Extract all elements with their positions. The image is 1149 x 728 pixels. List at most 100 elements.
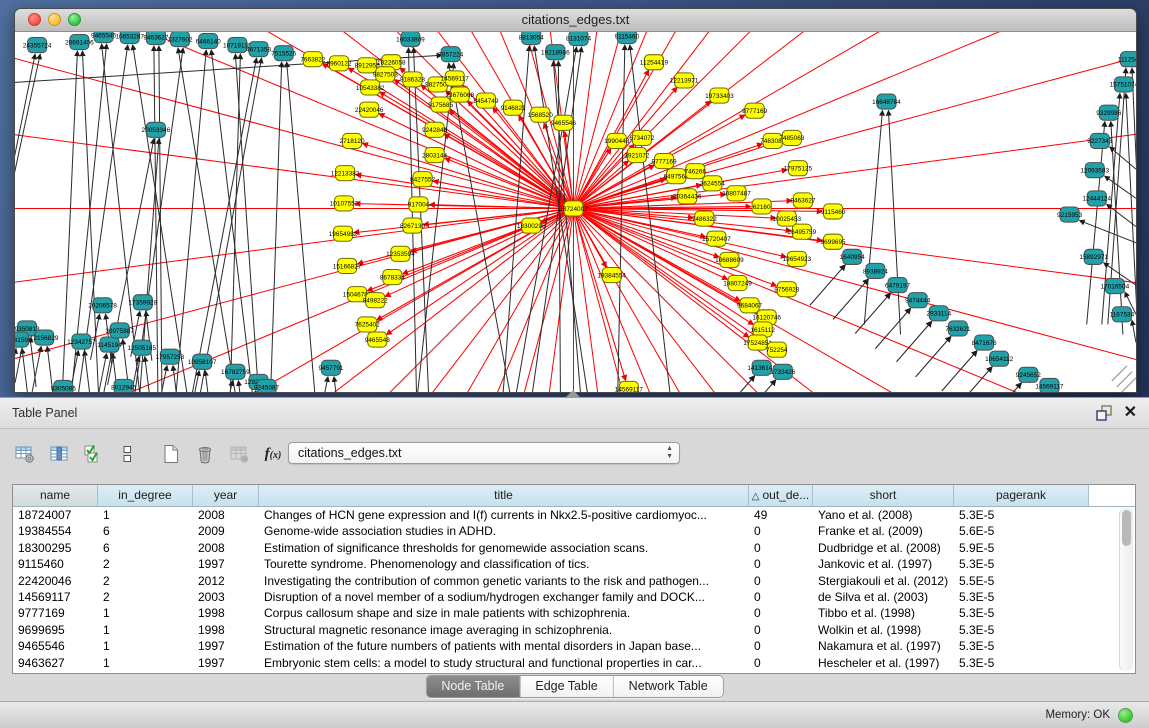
graph-node[interactable]: 9463627	[143, 32, 168, 45]
graph-node[interactable]: 7625402	[355, 317, 380, 332]
table-cell[interactable]: 5.3E-5	[954, 655, 1089, 671]
graph-node[interactable]: 9329986	[1096, 105, 1121, 120]
table-cell[interactable]: 6	[98, 540, 193, 556]
table-cell[interactable]: Nakamura et al. (1997)	[813, 638, 954, 654]
graph-node[interactable]: 16033809	[396, 32, 425, 47]
graph-node[interactable]: 16648784	[872, 94, 901, 109]
graph-node[interactable]: 9245087	[254, 379, 279, 392]
function-builder-icon[interactable]: f(x)	[258, 439, 288, 469]
scrollbar-thumb[interactable]	[1122, 510, 1131, 546]
graph-node[interactable]: 9115460	[615, 32, 640, 44]
table-cell[interactable]: 1997	[193, 556, 259, 572]
network-canvas[interactable]: 2435572420691406946554610653287946362713…	[15, 32, 1136, 392]
tab-node-table[interactable]: Node Table	[426, 676, 519, 697]
graph-node[interactable]: 9242848	[422, 122, 447, 137]
table-cell[interactable]: 1	[98, 638, 193, 654]
graph-node[interactable]: 24355724	[23, 38, 52, 53]
graph-node[interactable]: 12444124	[1082, 191, 1111, 206]
graph-node[interactable]: 1568520	[528, 107, 553, 122]
tab-edge-table[interactable]: Edge Table	[519, 676, 612, 697]
table-cell[interactable]: 18300295	[13, 540, 98, 556]
table-cell[interactable]: Tourette syndrome. Phenomenology and cla…	[259, 556, 749, 572]
table-cell[interactable]: 6	[98, 523, 193, 539]
graph-node[interactable]: 11254419	[640, 55, 669, 70]
graph-node[interactable]: 4671358	[246, 42, 271, 57]
table-cell[interactable]: 5.5E-5	[954, 573, 1089, 589]
table-cell[interactable]: Tibbo et al. (1998)	[813, 605, 954, 621]
graph-node[interactable]: 1921072	[624, 147, 649, 162]
graph-node[interactable]: 9465546	[551, 115, 576, 130]
table-cell[interactable]: 0	[749, 638, 813, 654]
graph-node[interactable]: 8131074	[566, 32, 591, 46]
table-cell[interactable]: 5.3E-5	[954, 622, 1089, 638]
graph-node[interactable]: 746266	[685, 164, 707, 179]
table-row[interactable]: 911546021997Tourette syndrome. Phenomeno…	[13, 556, 1135, 572]
table-cell[interactable]: 2003	[193, 589, 259, 605]
table-cell[interactable]: 1997	[193, 655, 259, 671]
table-cell[interactable]: 2008	[193, 540, 259, 556]
table-cell[interactable]: 5.3E-5	[954, 638, 1089, 654]
table-cell[interactable]: 2	[98, 589, 193, 605]
graph-node[interactable]: 7515526	[271, 46, 296, 61]
table-cell[interactable]: de Silva et al. (2003)	[813, 589, 954, 605]
column-header-pagerank[interactable]: pagerank	[954, 485, 1089, 506]
graph-node[interactable]: 17359928	[128, 295, 157, 310]
graph-node[interactable]: 9777169	[742, 103, 767, 118]
table-cell[interactable]: Structural magnetic resonance image aver…	[259, 622, 749, 638]
table-cell[interactable]: 2	[98, 556, 193, 572]
table-cell[interactable]: Estimation of the future numbers of pati…	[259, 638, 749, 654]
graph-node[interactable]: 752254	[766, 342, 788, 357]
table-cell[interactable]: Changes of HCN gene expression and I(f) …	[259, 507, 749, 523]
graph-node[interactable]: 20206578	[88, 298, 117, 313]
table-cell[interactable]: 0	[749, 523, 813, 539]
graph-node[interactable]: 12093583	[1080, 163, 1109, 178]
table-cell[interactable]: 1997	[193, 638, 259, 654]
table-cell[interactable]: Estimation of significance thresholds fo…	[259, 540, 749, 556]
table-cell[interactable]: 9699695	[13, 622, 98, 638]
table-cell[interactable]: 0	[749, 556, 813, 572]
table-cell[interactable]: 0	[749, 540, 813, 556]
graph-node[interactable]: 9457791	[318, 360, 343, 375]
table-cell[interactable]: 14569117	[13, 589, 98, 605]
table-cell[interactable]: Stergiakouli et al. (2012)	[813, 573, 954, 589]
network-view-window[interactable]: citations_edges.txt 24355724206914069465…	[14, 8, 1137, 393]
graph-node[interactable]: 9215953	[1057, 207, 1082, 222]
graph-node[interactable]: 8471676	[972, 335, 997, 350]
table-cell[interactable]: Wolkin et al. (1998)	[813, 622, 954, 638]
table-row[interactable]: 1872400712008Changes of HCN gene express…	[13, 507, 1135, 523]
table-cell[interactable]: 18724007	[13, 507, 98, 523]
graph-node[interactable]: 10653287	[115, 32, 144, 44]
graph-node[interactable]: 9756928	[774, 282, 799, 297]
table-cell[interactable]: 0	[749, 622, 813, 638]
graph-node[interactable]: 19733403	[705, 88, 734, 103]
graph-node[interactable]: 9245652	[1016, 367, 1041, 382]
graph-node[interactable]: 33159	[15, 332, 29, 347]
table-cell[interactable]: 2012	[193, 573, 259, 589]
graph-node[interactable]: 1990448	[604, 133, 629, 148]
column-header-year[interactable]: year	[193, 485, 259, 506]
resize-grip-icon[interactable]	[1112, 366, 1136, 392]
table-cell[interactable]: 1998	[193, 622, 259, 638]
graph-node[interactable]: 9305086	[51, 380, 76, 392]
table-cell[interactable]: 1	[98, 655, 193, 671]
table-cell[interactable]: 5.3E-5	[954, 556, 1089, 572]
graph-node[interactable]: 16782759	[221, 364, 250, 379]
table-select-dropdown[interactable]: citations_edges.txt ▲▼	[288, 442, 680, 464]
table-row[interactable]: 969969511998Structural magnetic resonanc…	[13, 622, 1135, 638]
table-cell[interactable]: Investigating the contribution of common…	[259, 573, 749, 589]
table-cell[interactable]: 2	[98, 573, 193, 589]
graph-node[interactable]: 9699695	[821, 234, 846, 249]
graph-node[interactable]: 6479197	[885, 278, 910, 293]
table-cell[interactable]: 19384554	[13, 523, 98, 539]
graph-node[interactable]: 20364436	[673, 189, 702, 204]
attribute-table[interactable]: namein_degreeyeartitle△out_de...shortpag…	[12, 484, 1136, 674]
graph-node[interactable]: 9146821	[501, 100, 526, 115]
graph-node[interactable]: 20053346	[142, 122, 171, 137]
graph-node[interactable]: 20691406	[65, 35, 94, 50]
graph-node[interactable]: 8186328	[400, 72, 425, 87]
float-panel-icon[interactable]	[1094, 404, 1114, 422]
table-cell[interactable]: 5.3E-5	[954, 589, 1089, 605]
table-cell[interactable]: Disruption of a novel member of a sodium…	[259, 589, 749, 605]
graph-node[interactable]: 12342757	[67, 334, 96, 349]
graph-node[interactable]: 9175685	[428, 97, 453, 112]
